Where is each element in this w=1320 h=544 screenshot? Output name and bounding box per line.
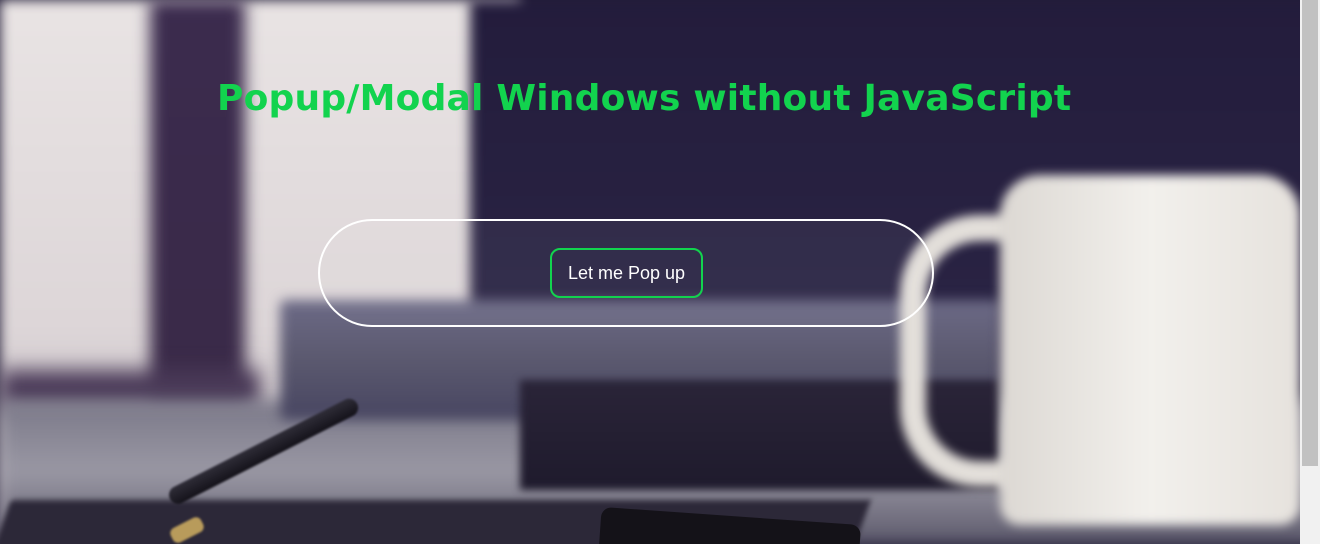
let-me-pop-up-button[interactable]: Let me Pop up [550,248,703,298]
background-mug [1000,175,1300,525]
page-title: Popup/Modal Windows without JavaScript [217,78,1072,119]
vertical-scrollbar[interactable] [1300,0,1320,544]
scrollbar-thumb[interactable] [1302,0,1318,466]
background-window-frame [150,0,245,400]
page: Popup/Modal Windows without JavaScript L… [0,0,1320,544]
